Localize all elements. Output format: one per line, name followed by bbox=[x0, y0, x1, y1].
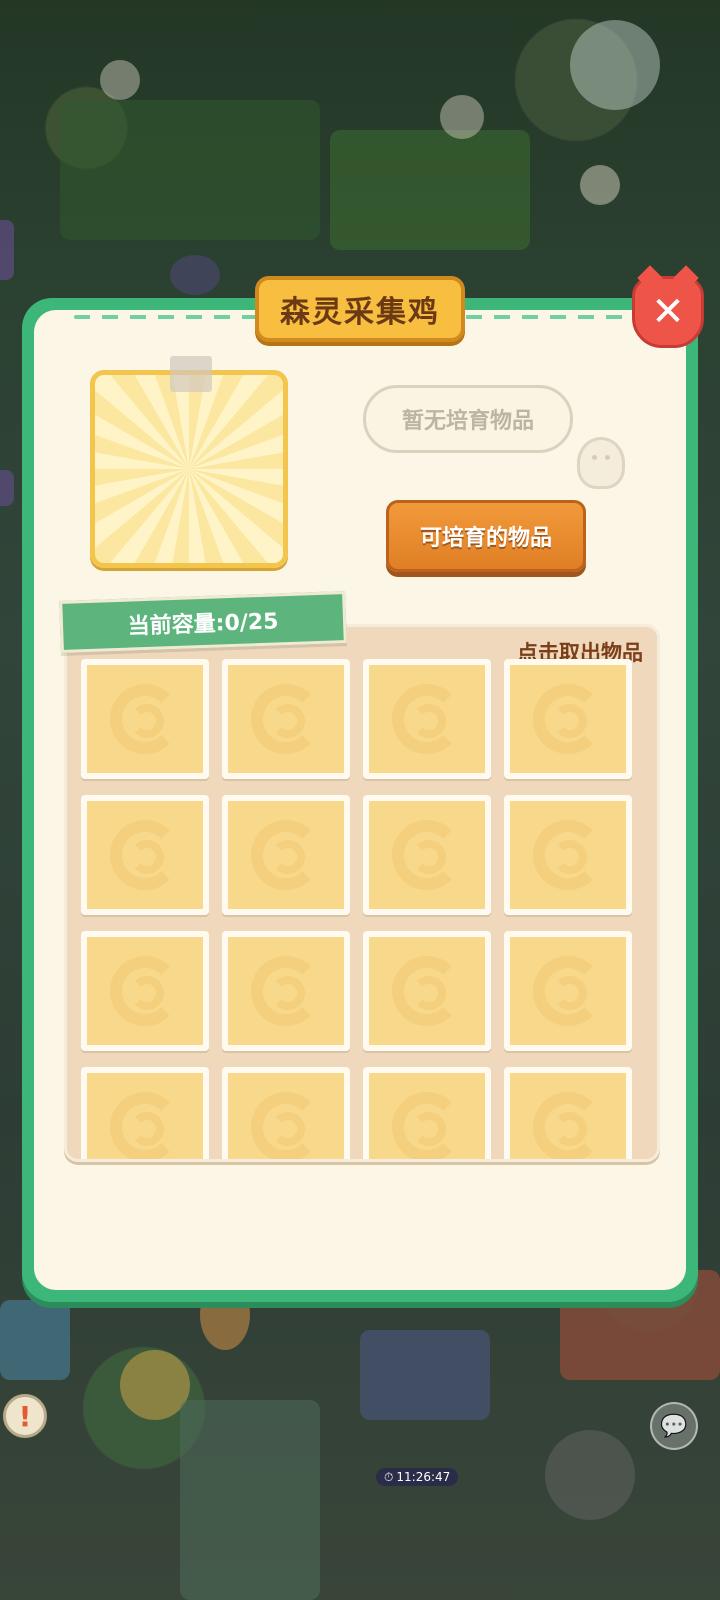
grass-tile bbox=[60, 100, 320, 240]
swirl-placeholder-icon bbox=[533, 820, 603, 890]
decor-prop bbox=[100, 60, 140, 100]
storage-slot[interactable] bbox=[222, 1067, 350, 1159]
alert-button[interactable]: ! bbox=[3, 1394, 47, 1438]
clock-icon: ⏱ bbox=[384, 1469, 394, 1484]
swirl-placeholder-icon bbox=[110, 956, 180, 1026]
storage-grid-panel: 点击取出物品 bbox=[64, 624, 660, 1162]
close-button[interactable]: ✕ bbox=[632, 265, 704, 348]
decor-prop bbox=[580, 165, 620, 205]
breedable-items-button[interactable]: 可培育的物品 bbox=[386, 500, 586, 572]
exclamation-icon: ! bbox=[18, 1399, 32, 1433]
side-edge-marker bbox=[0, 220, 14, 280]
storage-slot[interactable] bbox=[363, 1067, 491, 1159]
swirl-placeholder-icon bbox=[110, 1092, 180, 1159]
storage-slot[interactable] bbox=[504, 795, 632, 915]
swirl-placeholder-icon bbox=[110, 820, 180, 890]
swirl-placeholder-icon bbox=[392, 684, 462, 754]
breedable-items-label: 可培育的物品 bbox=[419, 526, 552, 551]
speech-bubble-icon: 💬 bbox=[660, 1413, 688, 1439]
preview-slot[interactable] bbox=[90, 370, 288, 568]
swirl-placeholder-icon bbox=[533, 684, 603, 754]
chat-button[interactable]: 💬 bbox=[650, 1402, 698, 1450]
swirl-placeholder-icon bbox=[251, 820, 321, 890]
storage-slot[interactable] bbox=[504, 931, 632, 1051]
timer-text: 11:26:47 bbox=[396, 1470, 451, 1484]
storage-slot[interactable] bbox=[222, 795, 350, 915]
dialog-title: 森灵采集鸡 bbox=[280, 295, 440, 330]
swirl-placeholder-icon bbox=[392, 956, 462, 1026]
swirl-placeholder-icon bbox=[533, 956, 603, 1026]
close-x-icon: ✕ bbox=[651, 289, 685, 335]
swirl-placeholder-icon bbox=[392, 1092, 462, 1159]
capacity-tag: 当前容量:0/25 bbox=[59, 591, 347, 653]
storage-slot[interactable] bbox=[81, 931, 209, 1051]
decor-prop bbox=[570, 20, 660, 110]
dialog-title-plate: 森灵采集鸡 bbox=[255, 276, 465, 342]
decor-prop bbox=[170, 255, 220, 295]
storage-slot[interactable] bbox=[363, 931, 491, 1051]
swirl-placeholder-icon bbox=[251, 684, 321, 754]
projector-prop bbox=[545, 1430, 635, 1520]
storage-slot[interactable] bbox=[504, 659, 632, 779]
storage-slot[interactable] bbox=[222, 659, 350, 779]
fountain bbox=[0, 1300, 70, 1380]
grass-tile bbox=[330, 130, 530, 250]
storage-slot[interactable] bbox=[81, 1067, 209, 1159]
storage-slot[interactable] bbox=[363, 795, 491, 915]
building bbox=[360, 1330, 490, 1420]
swirl-placeholder-icon bbox=[251, 956, 321, 1026]
empty-message-text: 暂无培育物品 bbox=[401, 409, 534, 434]
decor-prop bbox=[440, 95, 484, 139]
swirl-placeholder-icon bbox=[392, 820, 462, 890]
storage-slot[interactable] bbox=[504, 1067, 632, 1159]
storage-slot[interactable] bbox=[81, 795, 209, 915]
tape-decoration bbox=[170, 356, 212, 392]
empty-message-bubble: 暂无培育物品 bbox=[363, 385, 573, 453]
storage-slot[interactable] bbox=[363, 659, 491, 779]
swirl-placeholder-icon bbox=[533, 1092, 603, 1159]
swirl-placeholder-icon bbox=[251, 1092, 321, 1159]
storage-slot[interactable] bbox=[81, 659, 209, 779]
side-edge-marker bbox=[0, 470, 14, 506]
tree bbox=[180, 1400, 320, 1600]
chick-icon bbox=[577, 437, 625, 489]
capacity-label: 当前容量:0/25 bbox=[127, 609, 279, 640]
timer-badge: ⏱ 11:26:47 bbox=[376, 1468, 459, 1486]
storage-slot[interactable] bbox=[222, 931, 350, 1051]
swirl-placeholder-icon bbox=[110, 684, 180, 754]
